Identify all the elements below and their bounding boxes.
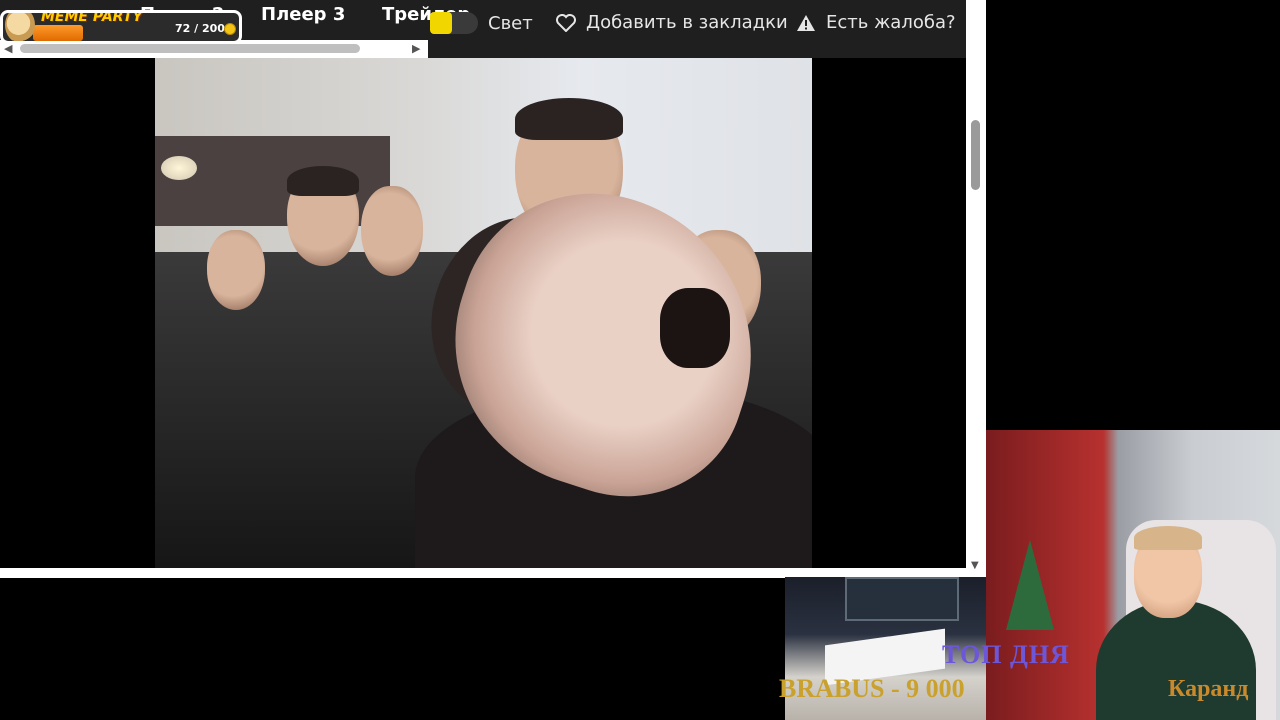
toggle-icon[interactable]	[430, 12, 478, 34]
meme-party-title: MEME PARTY	[41, 10, 143, 25]
meme-progress-bar	[33, 25, 83, 41]
add-bookmark-button[interactable]: Добавить в закладки	[556, 12, 788, 33]
warning-icon	[796, 14, 816, 32]
video-frame	[155, 58, 812, 568]
light-label: Свет	[488, 12, 533, 34]
scroll-down-icon[interactable]: ▼	[971, 560, 979, 571]
complaint-label: Есть жалоба?	[826, 12, 956, 33]
video-player[interactable]	[0, 58, 966, 568]
headphones	[1134, 526, 1202, 550]
top-day-label: ТОП ДНЯ	[942, 640, 1070, 669]
top-donor: BRABUS - 9 000	[779, 674, 965, 703]
complaint-button[interactable]: Есть жалоба?	[796, 12, 956, 33]
scroll-right-icon[interactable]: ▶	[412, 42, 420, 55]
page-scrollbar[interactable]: ▼	[966, 0, 986, 578]
doge-icon	[5, 13, 35, 41]
bookmark-label: Добавить в закладки	[586, 12, 788, 33]
christmas-tree	[1006, 540, 1054, 630]
page-scroll-thumb[interactable]	[971, 120, 980, 190]
heart-icon	[556, 13, 576, 32]
coin-icon	[224, 23, 236, 35]
tab-player-3[interactable]: Плеер 3	[261, 4, 345, 25]
meme-party-widget: MEME PARTY 72 / 200	[0, 10, 242, 44]
donation-ticker: Каранд	[1168, 676, 1249, 702]
meme-progress-count: 72 / 200	[175, 22, 225, 35]
toolbar-extension	[428, 40, 966, 58]
browser-window: Плеер 2 Плеер 3 Трейлер Свет Добавить в …	[0, 0, 986, 578]
tabs-scroll-thumb[interactable]	[20, 44, 360, 53]
light-toggle-button[interactable]: Свет	[430, 12, 533, 34]
